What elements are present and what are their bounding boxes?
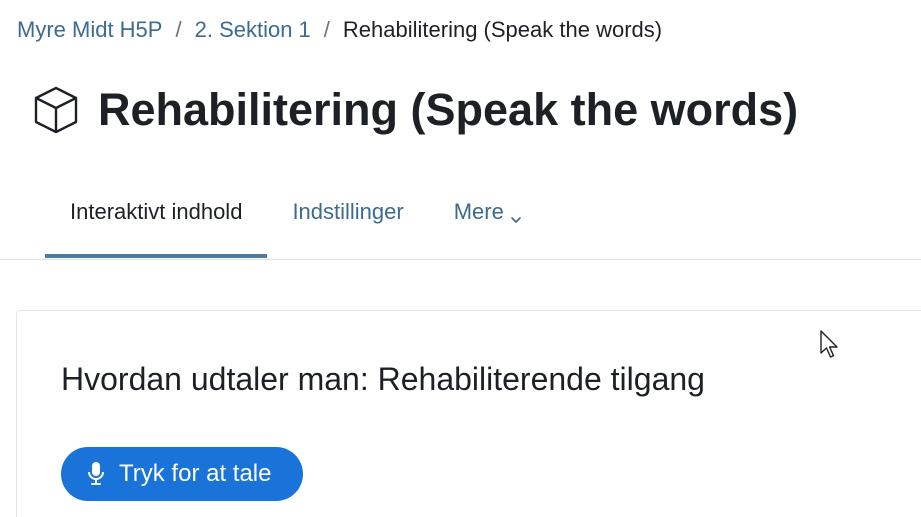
breadcrumb-separator: / xyxy=(175,17,182,42)
tab-label: Indstillinger xyxy=(292,199,404,224)
speak-button-label: Tryk for at tale xyxy=(119,460,272,487)
tab-label: Mere xyxy=(453,199,504,224)
mouse-cursor-icon xyxy=(820,330,842,360)
cube-icon xyxy=(30,84,82,136)
page-header: Rehabilitering (Speak the words) xyxy=(30,80,798,140)
tabs-divider xyxy=(0,259,921,260)
speak-button[interactable]: Tryk for at tale xyxy=(61,447,304,501)
tab-interactive-content[interactable]: Interaktivt indhold xyxy=(45,184,268,258)
microphone-icon xyxy=(87,461,105,487)
tab-settings[interactable]: Indstillinger xyxy=(267,184,428,240)
page-title: Rehabilitering (Speak the words) xyxy=(98,84,799,135)
question-text: Hvordan udtaler man: Rehabiliterende til… xyxy=(61,361,705,397)
page: Myre Midt H5P / 2. Sektion 1 / Rehabilit… xyxy=(0,0,921,517)
breadcrumb-separator: / xyxy=(323,17,330,42)
breadcrumb: Myre Midt H5P / 2. Sektion 1 / Rehabilit… xyxy=(17,16,662,44)
tab-label: Interaktivt indhold xyxy=(70,199,243,224)
tab-more[interactable]: Mere xyxy=(429,184,547,240)
tab-bar: Interaktivt indhold Indstillinger Mere xyxy=(45,184,547,260)
content-card: Hvordan udtaler man: Rehabiliterende til… xyxy=(16,310,921,517)
breadcrumb-link-section[interactable]: 2. Sektion 1 xyxy=(195,16,311,44)
breadcrumb-current: Rehabilitering (Speak the words) xyxy=(342,17,663,42)
breadcrumb-link-course[interactable]: Myre Midt H5P xyxy=(17,16,162,44)
chevron-down-icon xyxy=(510,206,522,223)
